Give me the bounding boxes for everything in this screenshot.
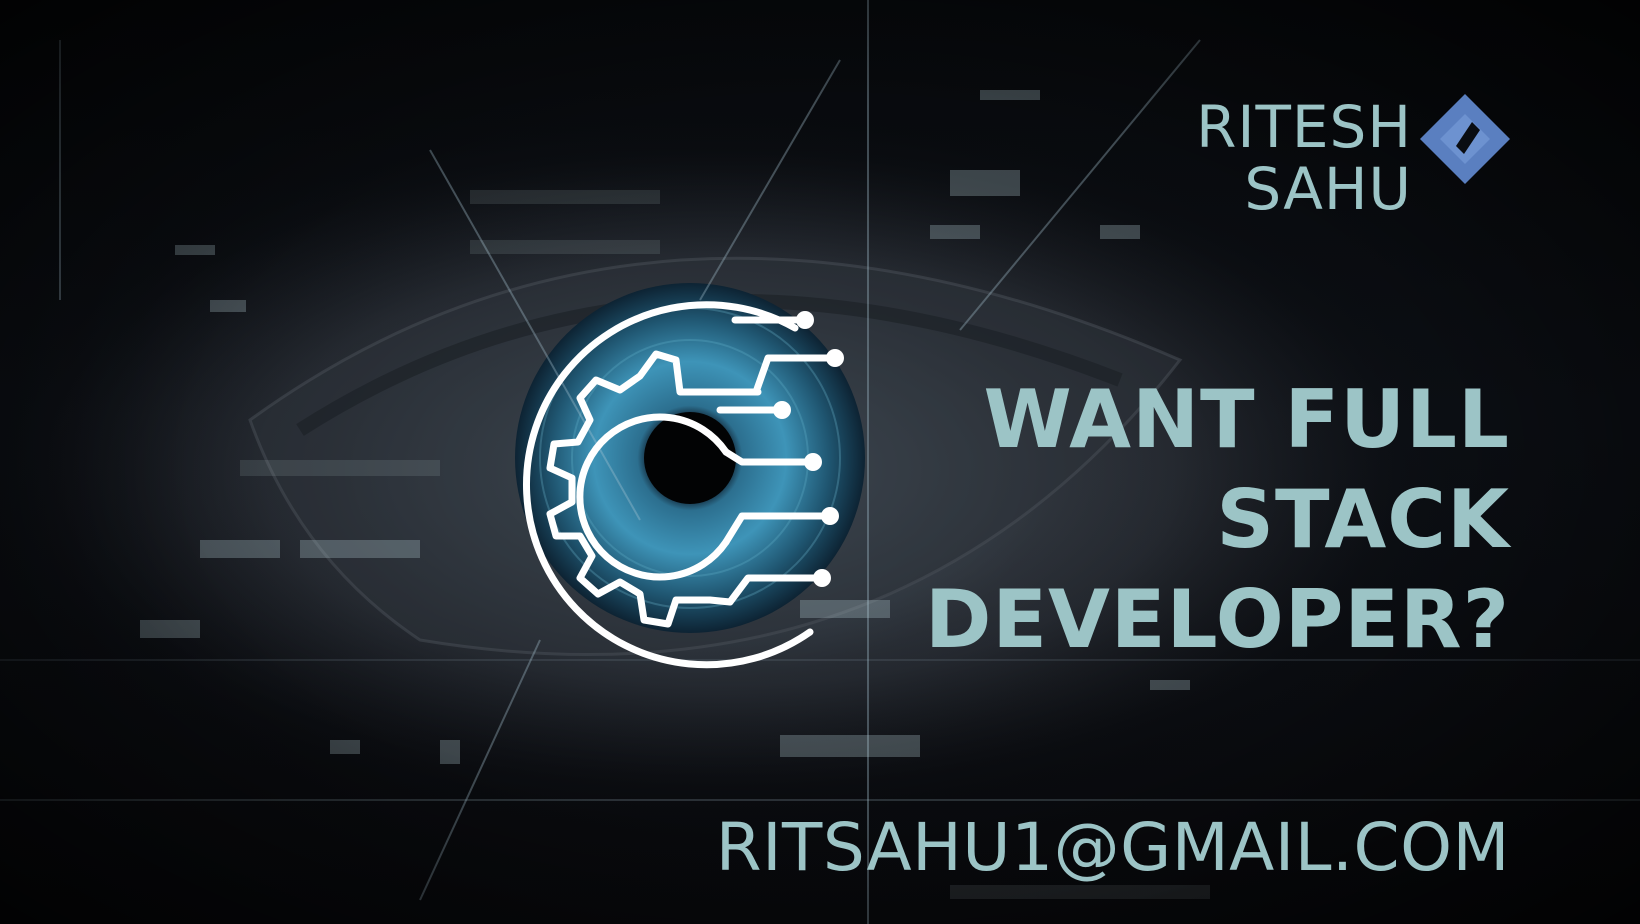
banner: RITESH SAHU WANT FULL STACK DEVELOPER? R… <box>0 0 1640 924</box>
contact-email: RITSAHU1@GMAIL.COM <box>715 809 1510 886</box>
headline-line-3: DEVELOPER? <box>924 573 1510 666</box>
brand-last-name: SAHU <box>1244 155 1412 223</box>
headline-line-1: WANT FULL <box>983 373 1510 466</box>
gear-circuit-emblem-icon <box>523 301 844 669</box>
diamond-logo-icon <box>1420 94 1510 184</box>
headline: WANT FULL STACK DEVELOPER? <box>870 370 1510 670</box>
headline-line-2: STACK <box>1216 473 1510 566</box>
brand-name: RITESH SAHU <box>1196 96 1412 220</box>
brand-first-name: RITESH <box>1196 93 1412 161</box>
